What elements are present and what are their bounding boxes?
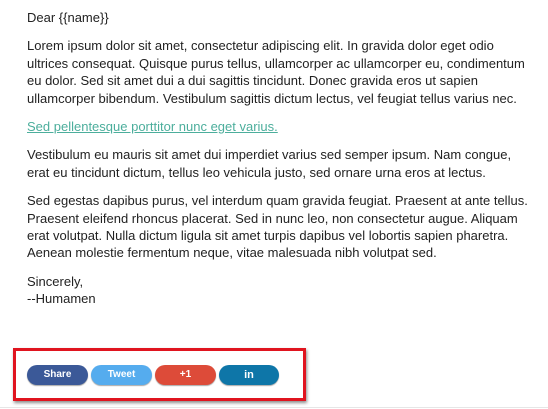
email-greeting: Dear {{name}} [27,10,109,25]
email-paragraph-3: Sed egestas dapibus purus, vel interdum … [27,193,528,261]
email-paragraph-1: Lorem ipsum dolor sit amet, consectetur … [27,38,525,106]
email-signoff: Sincerely, [27,273,84,289]
share-buttons-highlight: Share Tweet +1 in [13,348,306,401]
twitter-tweet-button[interactable]: Tweet [91,365,152,385]
bottom-divider [0,407,548,408]
email-body: Dear {{name}} Lorem ipsum dolor sit amet… [27,9,532,308]
google-plus-button[interactable]: +1 [155,365,216,385]
facebook-share-button[interactable]: Share [27,365,88,385]
email-signature: --Humamen [27,291,96,307]
email-paragraph-2: Vestibulum eu mauris sit amet dui imperd… [27,147,512,180]
email-link[interactable]: Sed pellentesque porttitor nunc eget var… [27,118,278,135]
linkedin-share-button[interactable]: in [219,365,279,385]
